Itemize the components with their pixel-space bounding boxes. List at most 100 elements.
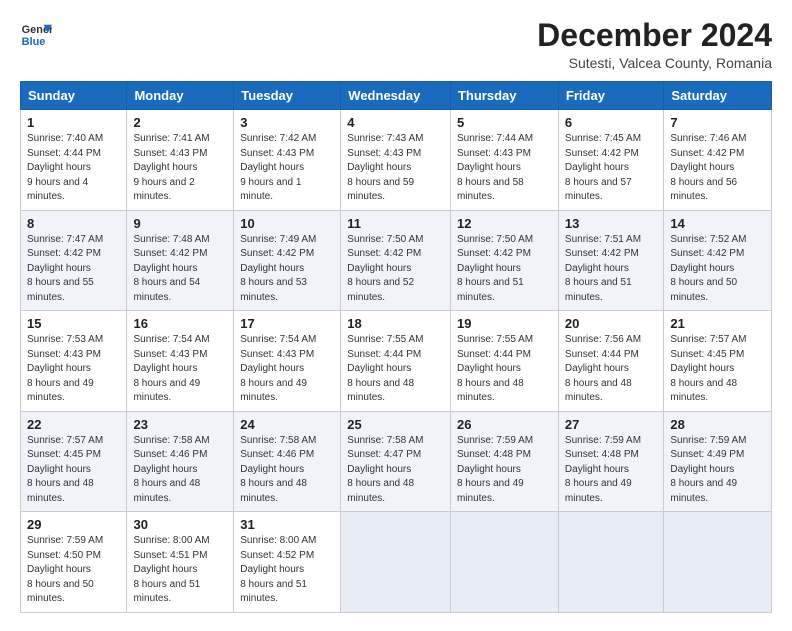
col-header-thursday: Thursday xyxy=(450,82,558,110)
day-info: Sunrise: 7:49 AMSunset: 4:42 PMDaylight … xyxy=(240,233,334,306)
calendar-cell: 1 Sunrise: 7:40 AMSunset: 4:44 PMDaylight… xyxy=(21,110,127,211)
calendar-cell: 15 Sunrise: 7:53 AMSunset: 4:43 PMDayligh… xyxy=(21,311,127,412)
calendar-cell: 16 Sunrise: 7:54 AMSunset: 4:43 PMDayligh… xyxy=(127,311,234,412)
day-info: Sunrise: 7:46 AMSunset: 4:42 PMDaylight … xyxy=(670,132,765,205)
page: General Blue December 2024 Sutesti, Valc… xyxy=(0,0,792,631)
calendar-cell: 19Sunrise: 7:55 AMSunset: 4:44 PMDayligh… xyxy=(450,311,558,412)
svg-text:Blue: Blue xyxy=(22,36,46,48)
calendar-cell xyxy=(558,512,663,613)
day-info: Sunrise: 7:50 AMSunset: 4:42 PMDaylight … xyxy=(347,233,444,306)
day-number: 5 xyxy=(457,115,552,130)
col-header-tuesday: Tuesday xyxy=(234,82,341,110)
logo-icon: General Blue xyxy=(20,18,52,50)
day-number: 15 xyxy=(27,316,120,331)
calendar-cell: 17 Sunrise: 7:54 AMSunset: 4:43 PMDayligh… xyxy=(234,311,341,412)
location-subtitle: Sutesti, Valcea County, Romania xyxy=(537,55,772,71)
day-info: Sunrise: 7:57 AMSunset: 4:45 PMDaylight … xyxy=(670,333,765,406)
day-number: 17 xyxy=(240,316,334,331)
col-header-wednesday: Wednesday xyxy=(341,82,451,110)
calendar-cell: 30Sunrise: 8:00 AMSunset: 4:51 PMDayligh… xyxy=(127,512,234,613)
day-info: Sunrise: 7:43 AMSunset: 4:43 PMDaylight … xyxy=(347,132,444,205)
day-number: 13 xyxy=(565,216,657,231)
calendar-cell: 28 Sunrise: 7:59 AMSunset: 4:49 PMDayligh… xyxy=(664,411,772,512)
day-number: 3 xyxy=(240,115,334,130)
day-number: 12 xyxy=(457,216,552,231)
calendar-cell xyxy=(450,512,558,613)
day-number: 7 xyxy=(670,115,765,130)
day-info: Sunrise: 7:59 AMSunset: 4:49 PMDaylight … xyxy=(670,434,765,507)
calendar-cell: 3 Sunrise: 7:42 AMSunset: 4:43 PMDaylight… xyxy=(234,110,341,211)
day-number: 18 xyxy=(347,316,444,331)
day-number: 27 xyxy=(565,417,657,432)
day-info: Sunrise: 8:00 AMSunset: 4:51 PMDaylight … xyxy=(133,534,227,607)
day-number: 14 xyxy=(670,216,765,231)
calendar-cell: 13 Sunrise: 7:51 AMSunset: 4:42 PMDayligh… xyxy=(558,210,663,311)
calendar-week-2: 8 Sunrise: 7:47 AMSunset: 4:42 PMDaylight… xyxy=(21,210,772,311)
calendar-cell: 22 Sunrise: 7:57 AMSunset: 4:45 PMDayligh… xyxy=(21,411,127,512)
day-number: 22 xyxy=(27,417,120,432)
day-number: 16 xyxy=(133,316,227,331)
calendar-table: SundayMondayTuesdayWednesdayThursdayFrid… xyxy=(20,81,772,613)
day-info: Sunrise: 7:40 AMSunset: 4:44 PMDaylight … xyxy=(27,132,120,205)
calendar-cell: 24 Sunrise: 7:58 AMSunset: 4:46 PMDayligh… xyxy=(234,411,341,512)
day-number: 26 xyxy=(457,417,552,432)
logo: General Blue xyxy=(20,18,52,50)
day-info: Sunrise: 7:44 AMSunset: 4:43 PMDaylight … xyxy=(457,132,552,205)
calendar-week-3: 15 Sunrise: 7:53 AMSunset: 4:43 PMDayligh… xyxy=(21,311,772,412)
calendar-cell: 20 Sunrise: 7:56 AMSunset: 4:44 PMDayligh… xyxy=(558,311,663,412)
calendar-cell: 27Sunrise: 7:59 AMSunset: 4:48 PMDayligh… xyxy=(558,411,663,512)
day-info: Sunrise: 7:55 AMSunset: 4:44 PMDaylight … xyxy=(347,333,444,406)
day-info: Sunrise: 7:41 AMSunset: 4:43 PMDaylight … xyxy=(133,132,227,205)
day-number: 31 xyxy=(240,517,334,532)
calendar-cell: 25Sunrise: 7:58 AMSunset: 4:47 PMDayligh… xyxy=(341,411,451,512)
calendar-cell: 9Sunrise: 7:48 AMSunset: 4:42 PMDaylight… xyxy=(127,210,234,311)
calendar-week-5: 29Sunrise: 7:59 AMSunset: 4:50 PMDayligh… xyxy=(21,512,772,613)
day-info: Sunrise: 7:52 AMSunset: 4:42 PMDaylight … xyxy=(670,233,765,306)
calendar-cell: 7 Sunrise: 7:46 AMSunset: 4:42 PMDaylight… xyxy=(664,110,772,211)
day-number: 2 xyxy=(133,115,227,130)
day-number: 23 xyxy=(133,417,227,432)
day-info: Sunrise: 7:58 AMSunset: 4:46 PMDaylight … xyxy=(133,434,227,507)
day-number: 6 xyxy=(565,115,657,130)
day-info: Sunrise: 7:56 AMSunset: 4:44 PMDaylight … xyxy=(565,333,657,406)
day-number: 8 xyxy=(27,216,120,231)
calendar-cell: 6Sunrise: 7:45 AMSunset: 4:42 PMDaylight… xyxy=(558,110,663,211)
calendar-cell: 18 Sunrise: 7:55 AMSunset: 4:44 PMDayligh… xyxy=(341,311,451,412)
day-number: 10 xyxy=(240,216,334,231)
col-header-saturday: Saturday xyxy=(664,82,772,110)
calendar-cell: 10 Sunrise: 7:49 AMSunset: 4:42 PMDayligh… xyxy=(234,210,341,311)
calendar-header-row: SundayMondayTuesdayWednesdayThursdayFrid… xyxy=(21,82,772,110)
day-info: Sunrise: 7:54 AMSunset: 4:43 PMDaylight … xyxy=(133,333,227,406)
calendar-cell xyxy=(341,512,451,613)
col-header-friday: Friday xyxy=(558,82,663,110)
month-title: December 2024 xyxy=(537,18,772,53)
day-info: Sunrise: 7:54 AMSunset: 4:43 PMDaylight … xyxy=(240,333,334,406)
day-info: Sunrise: 7:47 AMSunset: 4:42 PMDaylight … xyxy=(27,233,120,306)
day-number: 1 xyxy=(27,115,120,130)
day-number: 20 xyxy=(565,316,657,331)
day-number: 19 xyxy=(457,316,552,331)
header: General Blue December 2024 Sutesti, Valc… xyxy=(20,18,772,71)
calendar-week-4: 22 Sunrise: 7:57 AMSunset: 4:45 PMDayligh… xyxy=(21,411,772,512)
day-info: Sunrise: 7:58 AMSunset: 4:46 PMDaylight … xyxy=(240,434,334,507)
calendar-cell: 26 Sunrise: 7:59 AMSunset: 4:48 PMDayligh… xyxy=(450,411,558,512)
day-number: 4 xyxy=(347,115,444,130)
calendar-cell: 12Sunrise: 7:50 AMSunset: 4:42 PMDayligh… xyxy=(450,210,558,311)
title-block: December 2024 Sutesti, Valcea County, Ro… xyxy=(537,18,772,71)
day-info: Sunrise: 8:00 AMSunset: 4:52 PMDaylight … xyxy=(240,534,334,607)
day-number: 24 xyxy=(240,417,334,432)
calendar-cell: 14 Sunrise: 7:52 AMSunset: 4:42 PMDayligh… xyxy=(664,210,772,311)
day-info: Sunrise: 7:53 AMSunset: 4:43 PMDaylight … xyxy=(27,333,120,406)
day-info: Sunrise: 7:58 AMSunset: 4:47 PMDaylight … xyxy=(347,434,444,507)
day-info: Sunrise: 7:59 AMSunset: 4:48 PMDaylight … xyxy=(457,434,552,507)
col-header-monday: Monday xyxy=(127,82,234,110)
calendar-cell: 4 Sunrise: 7:43 AMSunset: 4:43 PMDaylight… xyxy=(341,110,451,211)
day-number: 28 xyxy=(670,417,765,432)
day-info: Sunrise: 7:57 AMSunset: 4:45 PMDaylight … xyxy=(27,434,120,507)
day-info: Sunrise: 7:51 AMSunset: 4:42 PMDaylight … xyxy=(565,233,657,306)
calendar-cell: 11Sunrise: 7:50 AMSunset: 4:42 PMDayligh… xyxy=(341,210,451,311)
day-number: 21 xyxy=(670,316,765,331)
day-info: Sunrise: 7:42 AMSunset: 4:43 PMDaylight … xyxy=(240,132,334,205)
calendar-cell: 2 Sunrise: 7:41 AMSunset: 4:43 PMDaylight… xyxy=(127,110,234,211)
calendar-cell: 23 Sunrise: 7:58 AMSunset: 4:46 PMDayligh… xyxy=(127,411,234,512)
